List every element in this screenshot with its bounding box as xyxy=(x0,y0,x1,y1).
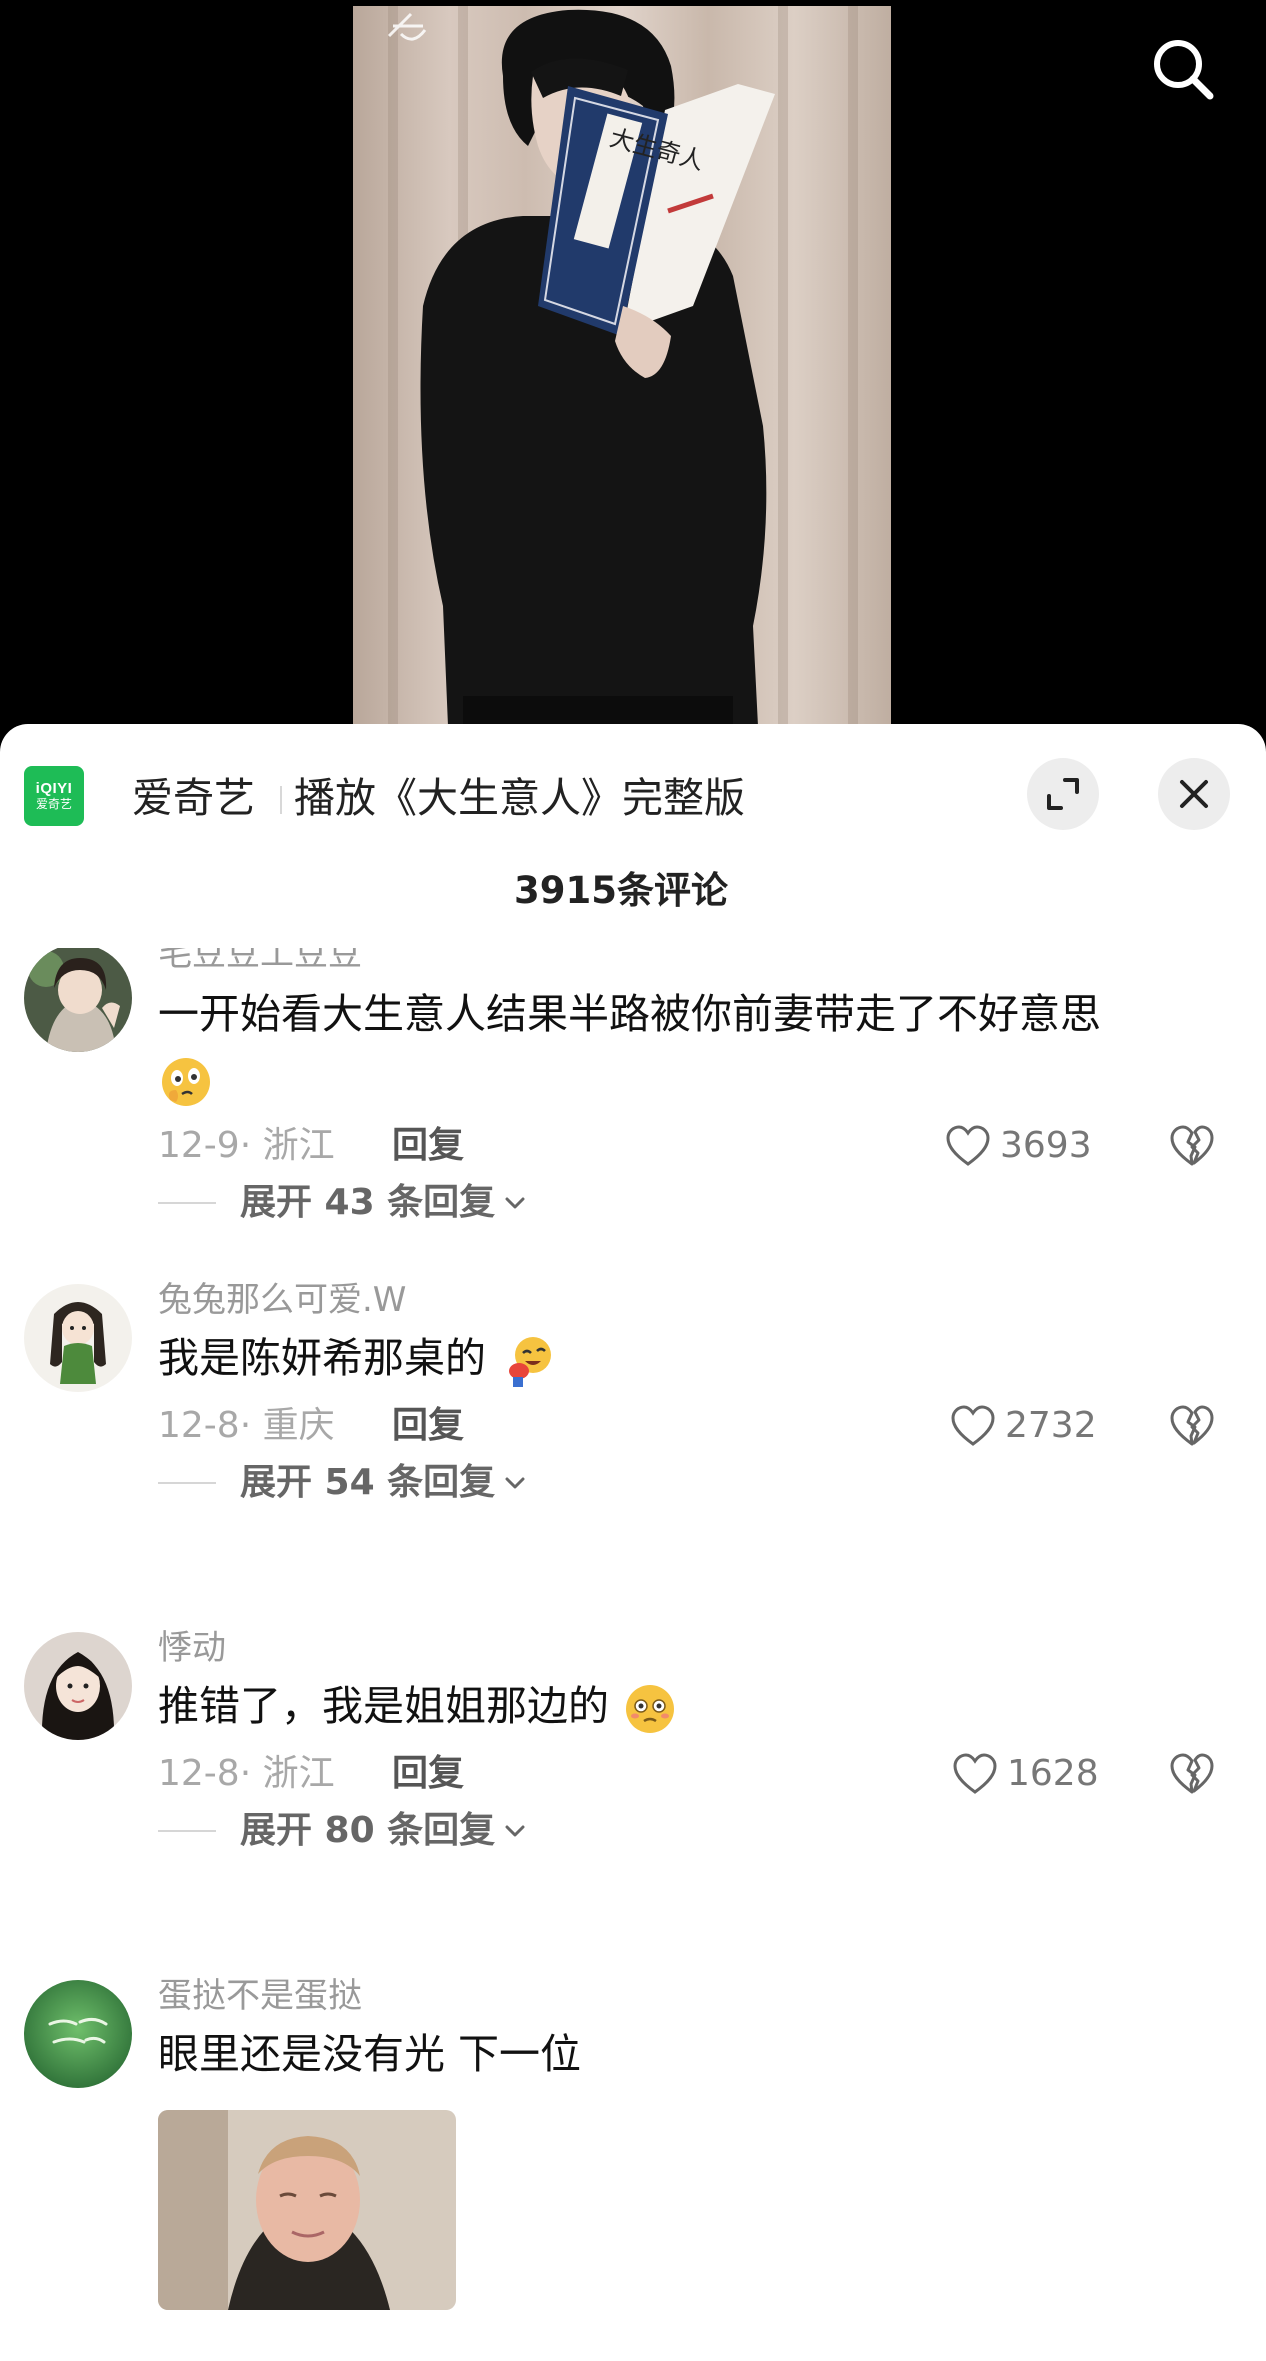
username[interactable]: 毛豆豆工豆豆 xyxy=(158,948,362,976)
comment-date-location: 12-8· 浙江 xyxy=(158,1753,335,1794)
comment-date-location: 12-9· 浙江 xyxy=(158,1125,335,1166)
comment-item: 毛豆豆工豆豆 一开始看大生意人结果半路被你前妻带走了不好意思 12-9· 浙江 … xyxy=(0,948,1266,1284)
reply-button[interactable]: 回复 xyxy=(392,1402,464,1450)
expand-replies-label: 展开 80 条回复 xyxy=(240,1810,496,1851)
play-full-link[interactable]: 播放《大生意人》完整版 xyxy=(294,772,745,824)
expand-icon xyxy=(1047,778,1079,810)
chevron-down-icon xyxy=(505,1477,525,1489)
comment-count: 3915条评论 xyxy=(514,869,728,912)
logo-text-latin: iQIYI xyxy=(35,780,73,797)
expand-replies-button[interactable]: 展开 54 条回复 xyxy=(158,1458,527,1508)
video-frame[interactable]: 大生奇人 xyxy=(353,6,891,726)
username[interactable]: 悸动 xyxy=(158,1626,226,1670)
broken-heart-icon[interactable] xyxy=(1166,1748,1218,1800)
expand-replies-label: 展开 43 条回复 xyxy=(240,1182,496,1223)
reply-button[interactable]: 回复 xyxy=(392,1750,464,1798)
close-button[interactable] xyxy=(1158,758,1230,830)
like-count: 2732 xyxy=(1005,1405,1097,1446)
comment-text-content: 一开始看大生意人结果半路被你前妻带走了不好意思 xyxy=(158,990,1101,1038)
app-promo-bar[interactable]: iQIYI 爱奇艺 爱奇艺 播放《大生意人》完整版 xyxy=(0,724,1266,864)
broken-heart-icon[interactable] xyxy=(1166,1120,1218,1172)
expand-replies-button[interactable]: 展开 80 条回复 xyxy=(158,1806,527,1856)
comment-text-content: 我是陈妍希那桌的 xyxy=(158,1334,486,1382)
close-icon xyxy=(1180,780,1208,808)
like-button[interactable]: 3693 xyxy=(944,1120,1092,1172)
chevron-down-icon xyxy=(505,1825,525,1837)
search-icon xyxy=(1154,40,1214,100)
comment-text: 我是陈妍希那桌的 xyxy=(158,1330,555,1389)
heart-icon xyxy=(951,1405,995,1446)
comment-text: 一开始看大生意人结果半路被你前妻带走了不好意思 xyxy=(158,986,1101,1042)
laughing-emoji xyxy=(509,1337,552,1387)
comments-panel: iQIYI 爱奇艺 爱奇艺 播放《大生意人》完整版 3915条评论 毛豆豆工豆豆… xyxy=(0,724,1266,2361)
comment-text-content: 眼里还是没有光 下一位 xyxy=(158,2030,582,2078)
flushed-emoji xyxy=(626,1685,675,1733)
username[interactable]: 蛋挞不是蛋挞 xyxy=(158,1974,362,2018)
heart-icon xyxy=(953,1753,997,1794)
comment-item: 悸动 推错了，我是姐姐那边的 12-8· 浙江 回复 1628 展开 80 条回… xyxy=(0,1626,1266,1966)
comment-list[interactable]: 毛豆豆工豆豆 一开始看大生意人结果半路被你前妻带走了不好意思 12-9· 浙江 … xyxy=(0,948,1266,2361)
heart-icon xyxy=(946,1125,990,1166)
divider xyxy=(280,786,282,814)
comment-date-location: 12-8· 重庆 xyxy=(158,1405,335,1446)
reply-button[interactable]: 回复 xyxy=(392,1122,464,1170)
divider xyxy=(158,1482,216,1484)
comment-item: 兔兔那么可爱.W 我是陈妍希那桌的 12-8· 重庆 回复 2732 展开 54… xyxy=(0,1278,1266,1618)
divider xyxy=(158,1202,216,1204)
avatar[interactable] xyxy=(24,948,132,1052)
like-count: 1628 xyxy=(1007,1753,1099,1794)
like-count: 3693 xyxy=(1000,1125,1092,1166)
expand-replies-button[interactable]: 展开 43 条回复 xyxy=(158,1178,527,1228)
chevron-down-icon xyxy=(505,1197,525,1209)
avatar[interactable] xyxy=(24,1980,132,2088)
search-button[interactable] xyxy=(1148,34,1218,104)
broken-heart-icon[interactable] xyxy=(1166,1400,1218,1452)
divider xyxy=(158,1830,216,1832)
video-player[interactable]: 大生奇人 xyxy=(0,0,1266,740)
video-still: 大生奇人 xyxy=(387,6,858,726)
like-button[interactable]: 2732 xyxy=(949,1400,1097,1452)
avatar[interactable] xyxy=(24,1632,132,1740)
expand-replies-label: 展开 54 条回复 xyxy=(240,1462,496,1503)
avatar[interactable] xyxy=(24,1284,132,1392)
expand-button[interactable] xyxy=(1027,758,1099,830)
logo-text-cn: 爱奇艺 xyxy=(35,797,72,811)
comment-text-content: 推错了，我是姐姐那边的 xyxy=(158,1682,609,1730)
username[interactable]: 兔兔那么可爱.W xyxy=(158,1278,406,1322)
like-button[interactable]: 1628 xyxy=(951,1748,1099,1800)
iqiyi-logo: iQIYI 爱奇艺 xyxy=(24,766,84,826)
comment-text: 眼里还是没有光 下一位 xyxy=(158,2026,581,2082)
thinking-emoji xyxy=(158,1052,214,1108)
comment-image[interactable] xyxy=(158,2110,456,2310)
comment-item: 蛋挞不是蛋挞 眼里还是没有光 下一位 xyxy=(0,1974,1266,2361)
app-name: 爱奇艺 xyxy=(132,774,255,822)
comment-text: 推错了，我是姐姐那边的 xyxy=(158,1678,678,1737)
